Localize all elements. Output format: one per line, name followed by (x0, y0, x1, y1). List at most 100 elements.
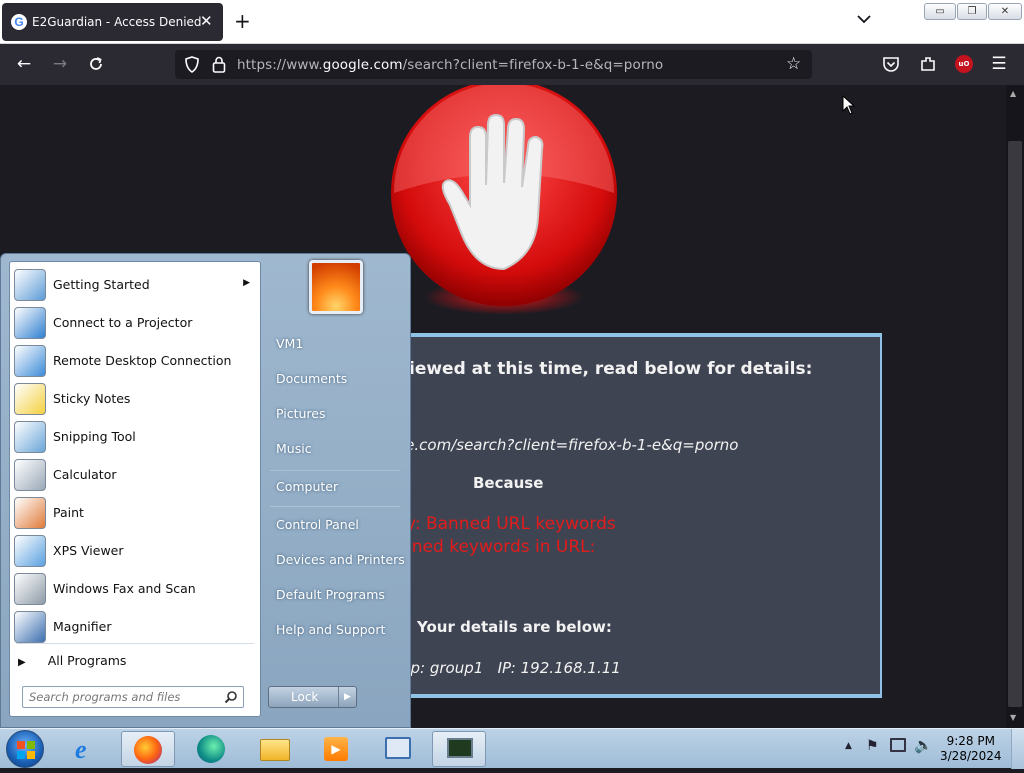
navigation-toolbar: ← → https://www.google.com/search?client… (0, 44, 1024, 85)
because-label: Because (473, 474, 544, 492)
file-explorer-icon[interactable] (248, 731, 302, 767)
access-denied-panel: iewed at this time, read below for detai… (395, 333, 882, 698)
hamburger-menu-icon[interactable]: ☰ (990, 55, 1008, 73)
taskbar: e ▶ ▲ ⚑ 🔈 9:28 PM 3/28/2024 (0, 728, 1024, 769)
scroll-up-arrow-icon[interactable]: ▲ (1010, 89, 1016, 98)
getting-started-icon (14, 269, 46, 301)
start-program-item[interactable]: Connect to a Projector (12, 305, 258, 341)
reload-icon[interactable] (87, 55, 105, 73)
details-heading: Your details are below: (417, 618, 612, 636)
xps-viewer-icon (14, 535, 46, 567)
forward-arrow-icon[interactable]: → (51, 55, 69, 73)
network-icon[interactable] (890, 738, 906, 752)
start-program-item[interactable]: Calculator (12, 457, 258, 493)
google-favicon-icon: G (11, 14, 27, 30)
padlock-icon[interactable] (212, 56, 226, 73)
start-program-item[interactable]: Sticky Notes (12, 381, 258, 417)
scrollbar-thumb[interactable] (1008, 141, 1022, 707)
start-right-link[interactable]: Pictures (276, 406, 326, 421)
tracking-shield-icon[interactable] (184, 56, 200, 73)
start-menu: Getting Started ▶ Connect to a Projector Re… (0, 253, 411, 728)
new-tab-plus-icon[interactable]: + (234, 9, 251, 33)
media-player-icon[interactable]: ▶ (310, 731, 364, 767)
tab-strip: G E2Guardian - Access Denied ✕ + ▭ ❐ ✕ (0, 0, 1024, 44)
program-label: Magnifier (53, 619, 112, 634)
search-placeholder: Search programs and files (29, 690, 181, 704)
all-programs-arrow-icon: ▶ (18, 657, 26, 668)
right-pane-divider (270, 470, 400, 471)
minimize-button[interactable]: ▭ (924, 3, 956, 20)
program-label: Calculator (53, 467, 117, 482)
shutdown-options-arrow-icon[interactable]: ▶ (338, 687, 356, 707)
blocked-url: le.com/search?client=firefox-b-1-e&q=por… (401, 436, 739, 454)
program-label: Connect to a Projector (53, 315, 193, 330)
pocket-icon[interactable] (882, 55, 900, 73)
extensions-puzzle-icon[interactable] (919, 55, 937, 73)
tab-title: E2Guardian - Access Denied (32, 15, 202, 29)
start-program-item[interactable]: Windows Fax and Scan (12, 571, 258, 607)
sticky-notes-icon (14, 383, 46, 415)
start-orb[interactable] (6, 730, 44, 768)
search-icon[interactable] (224, 690, 238, 704)
start-right-link[interactable]: Help and Support (276, 622, 385, 637)
bookmark-star-icon[interactable]: ☆ (786, 54, 801, 74)
user-details: up: group1 IP: 192.168.1.11 (401, 659, 621, 677)
start-program-item[interactable]: Remote Desktop Connection (12, 343, 258, 379)
control-panel-icon[interactable] (372, 731, 426, 767)
program-label: Sticky Notes (53, 391, 131, 406)
snipping-tool-icon (14, 421, 46, 453)
program-label: XPS Viewer (53, 543, 124, 558)
tab-active[interactable]: G E2Guardian - Access Denied ✕ (2, 3, 223, 41)
tab-close-icon[interactable]: ✕ (200, 12, 213, 30)
calculator-icon (14, 459, 46, 491)
close-window-button[interactable]: ✕ (988, 3, 1022, 20)
start-program-item[interactable]: Getting Started ▶ (12, 267, 258, 303)
internet-explorer-icon[interactable]: e (62, 731, 116, 767)
address-bar[interactable]: https://www.google.com/search?client=fir… (175, 50, 812, 79)
windows-logo-icon (17, 741, 35, 759)
scroll-down-arrow-icon[interactable]: ▼ (1010, 713, 1016, 722)
start-program-item[interactable]: Paint (12, 495, 258, 531)
start-search-input[interactable]: Search programs and files (22, 686, 244, 708)
start-program-item[interactable]: XPS Viewer (12, 533, 258, 569)
start-program-item[interactable]: Magnifier (12, 609, 258, 645)
network-monitor-icon[interactable] (432, 731, 486, 767)
stop-hand-icon (391, 85, 617, 315)
program-label: Windows Fax and Scan (53, 581, 196, 596)
firefox-icon[interactable] (121, 731, 175, 767)
start-program-item[interactable]: Snipping Tool (12, 419, 258, 455)
right-pane-divider (270, 506, 400, 507)
url-text[interactable]: https://www.google.com/search?client=fir… (237, 57, 663, 73)
start-right-link[interactable]: VM1 (276, 336, 303, 351)
projector-icon (14, 307, 46, 339)
start-right-link[interactable]: Music (276, 441, 312, 456)
list-all-tabs-chevron-icon[interactable] (856, 11, 872, 27)
start-right-link[interactable]: Computer (276, 479, 338, 494)
start-right-link[interactable]: Control Panel (276, 517, 359, 532)
mouse-cursor-icon (842, 95, 856, 115)
user-account-picture[interactable] (309, 260, 363, 314)
program-label: Paint (53, 505, 84, 520)
block-reason-category: ry: Banned URL keywords (399, 514, 616, 534)
program-label: Snipping Tool (53, 429, 136, 444)
volume-muted-icon[interactable]: 🔈 (914, 736, 933, 754)
system-clock[interactable]: 9:28 PM 3/28/2024 (940, 734, 1002, 764)
paint-icon (14, 497, 46, 529)
start-right-link[interactable]: Documents (276, 371, 347, 386)
start-right-link[interactable]: Default Programs (276, 587, 385, 602)
all-programs-button[interactable]: ▶ All Programs (18, 653, 126, 668)
show-desktop-button[interactable] (1011, 729, 1024, 769)
back-arrow-icon[interactable]: ← (15, 55, 33, 73)
block-reason-detail: nned keywords in URL: (401, 537, 596, 557)
action-center-flag-icon[interactable]: ⚑ (866, 738, 879, 754)
edge-icon[interactable] (185, 731, 239, 767)
submenu-arrow-icon: ▶ (243, 278, 250, 288)
remote-desktop-icon (14, 345, 46, 377)
show-hidden-icons-arrow-icon[interactable]: ▲ (845, 741, 852, 751)
program-label: Remote Desktop Connection (53, 353, 232, 368)
ublock-origin-icon[interactable]: uO (955, 55, 973, 73)
start-right-link[interactable]: Devices and Printers (276, 552, 405, 567)
restore-button[interactable]: ❐ (957, 3, 987, 20)
lock-button[interactable]: Lock ▶ (268, 686, 357, 708)
clock-time: 9:28 PM (946, 734, 995, 748)
